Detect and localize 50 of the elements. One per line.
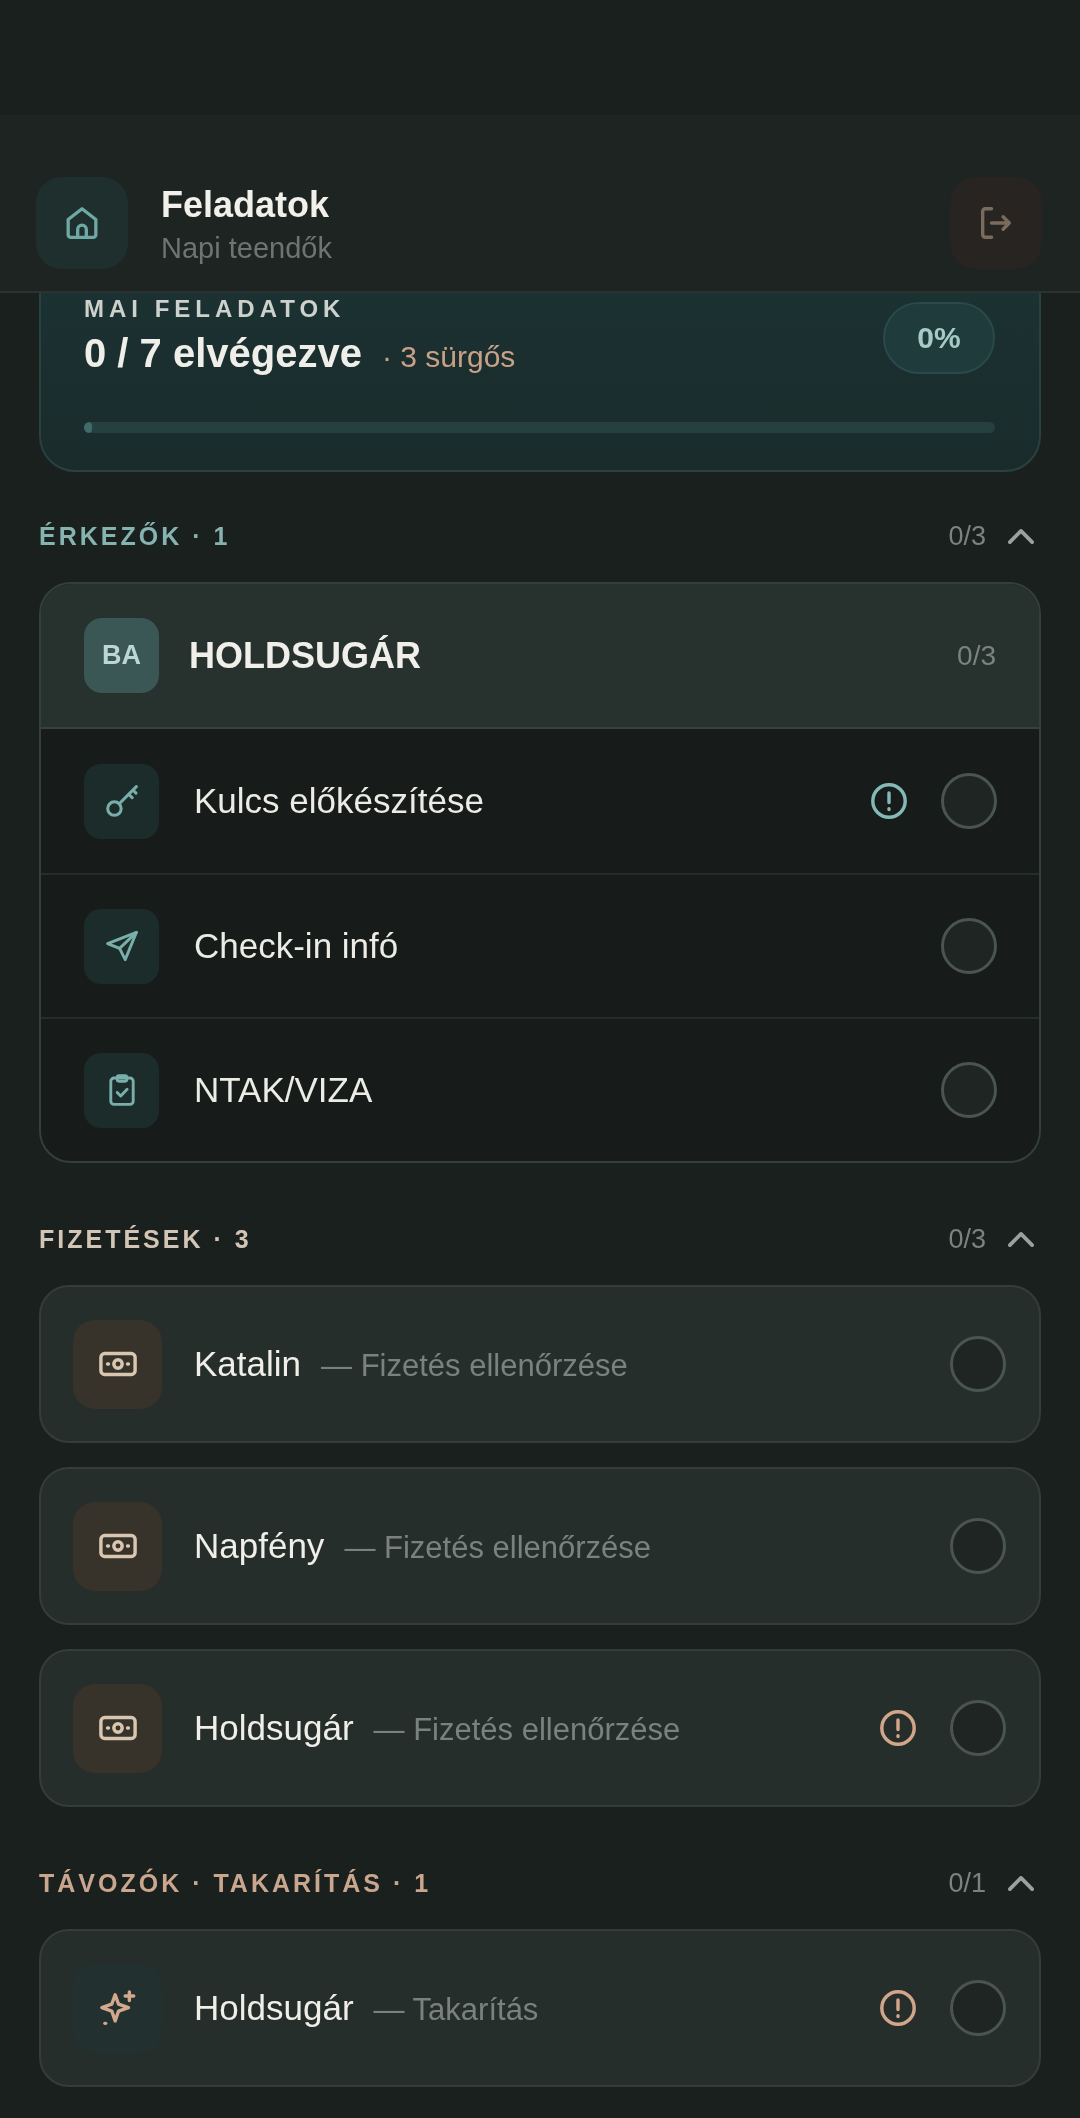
task-name: Napfény [194,1526,325,1566]
task-label: NTAK/VIZA [194,1070,374,1110]
guest-task-count: 0/3 [957,639,996,672]
guest-name: HOLDSUGÁR [189,634,421,677]
task-detail: — Fizetés ellenőrzése [373,1712,681,1748]
logout-icon [980,207,1012,239]
collapse-button[interactable] [1008,528,1034,544]
task-name: Katalin [194,1344,302,1384]
task-checkbox[interactable] [950,1700,1006,1756]
task-checkbox[interactable] [950,1980,1006,2036]
section-title: FIZETÉSEK · 3 [39,1224,253,1254]
chevron-up-icon [1008,1875,1034,1891]
section-count: 0/3 [948,520,986,552]
chevron-up-icon [1008,528,1034,544]
collapse-button[interactable] [1008,1231,1034,1247]
banknote-icon [73,1683,162,1773]
section-title: ÉRKEZŐK · 1 [39,521,232,551]
task-checkbox[interactable] [950,1518,1006,1574]
section-count: 0/3 [948,1223,986,1255]
chevron-up-icon [1008,1231,1034,1247]
sparkle-icon [73,1963,162,2053]
task-checkbox[interactable] [941,773,997,829]
home-icon [66,207,98,239]
task-label: Kulcs előkészítése [194,781,485,821]
task-checkbox[interactable] [941,1062,997,1118]
collapse-button[interactable] [1008,1875,1034,1891]
task-name: Holdsugár [194,1708,354,1748]
paper-plane-icon [84,908,159,984]
task-checkbox[interactable] [950,1336,1006,1392]
banknote-icon [73,1501,162,1591]
task-detail: — Fizetés ellenőrzése [344,1530,652,1566]
page-title: Feladatok [161,184,331,226]
summary-label: MAI FELADATOK [84,296,347,322]
section-title: TÁVOZÓK · TAKARÍTÁS · 1 [39,1868,433,1898]
progress-count: 0 / 7 elvégezve [84,330,362,376]
home-button[interactable] [36,177,128,269]
task-checkbox[interactable] [941,918,997,974]
urgent-count: · 3 sürgős [381,339,516,375]
key-icon [84,763,159,839]
page-subtitle: Napi teendők [161,231,332,266]
percent-badge: 0% [883,302,995,374]
logout-button[interactable] [950,177,1042,269]
task-detail: — Fizetés ellenőrzése [321,1348,628,1384]
banknote-icon [73,1319,162,1409]
section-count: 0/1 [948,1867,986,1899]
task-detail: — Takarítás [373,1992,539,2028]
task-label: Check-in infó [194,926,400,966]
task-name: Holdsugár [194,1988,354,2028]
clipboard-check-icon [84,1052,159,1128]
initials-avatar: BA [84,618,159,693]
